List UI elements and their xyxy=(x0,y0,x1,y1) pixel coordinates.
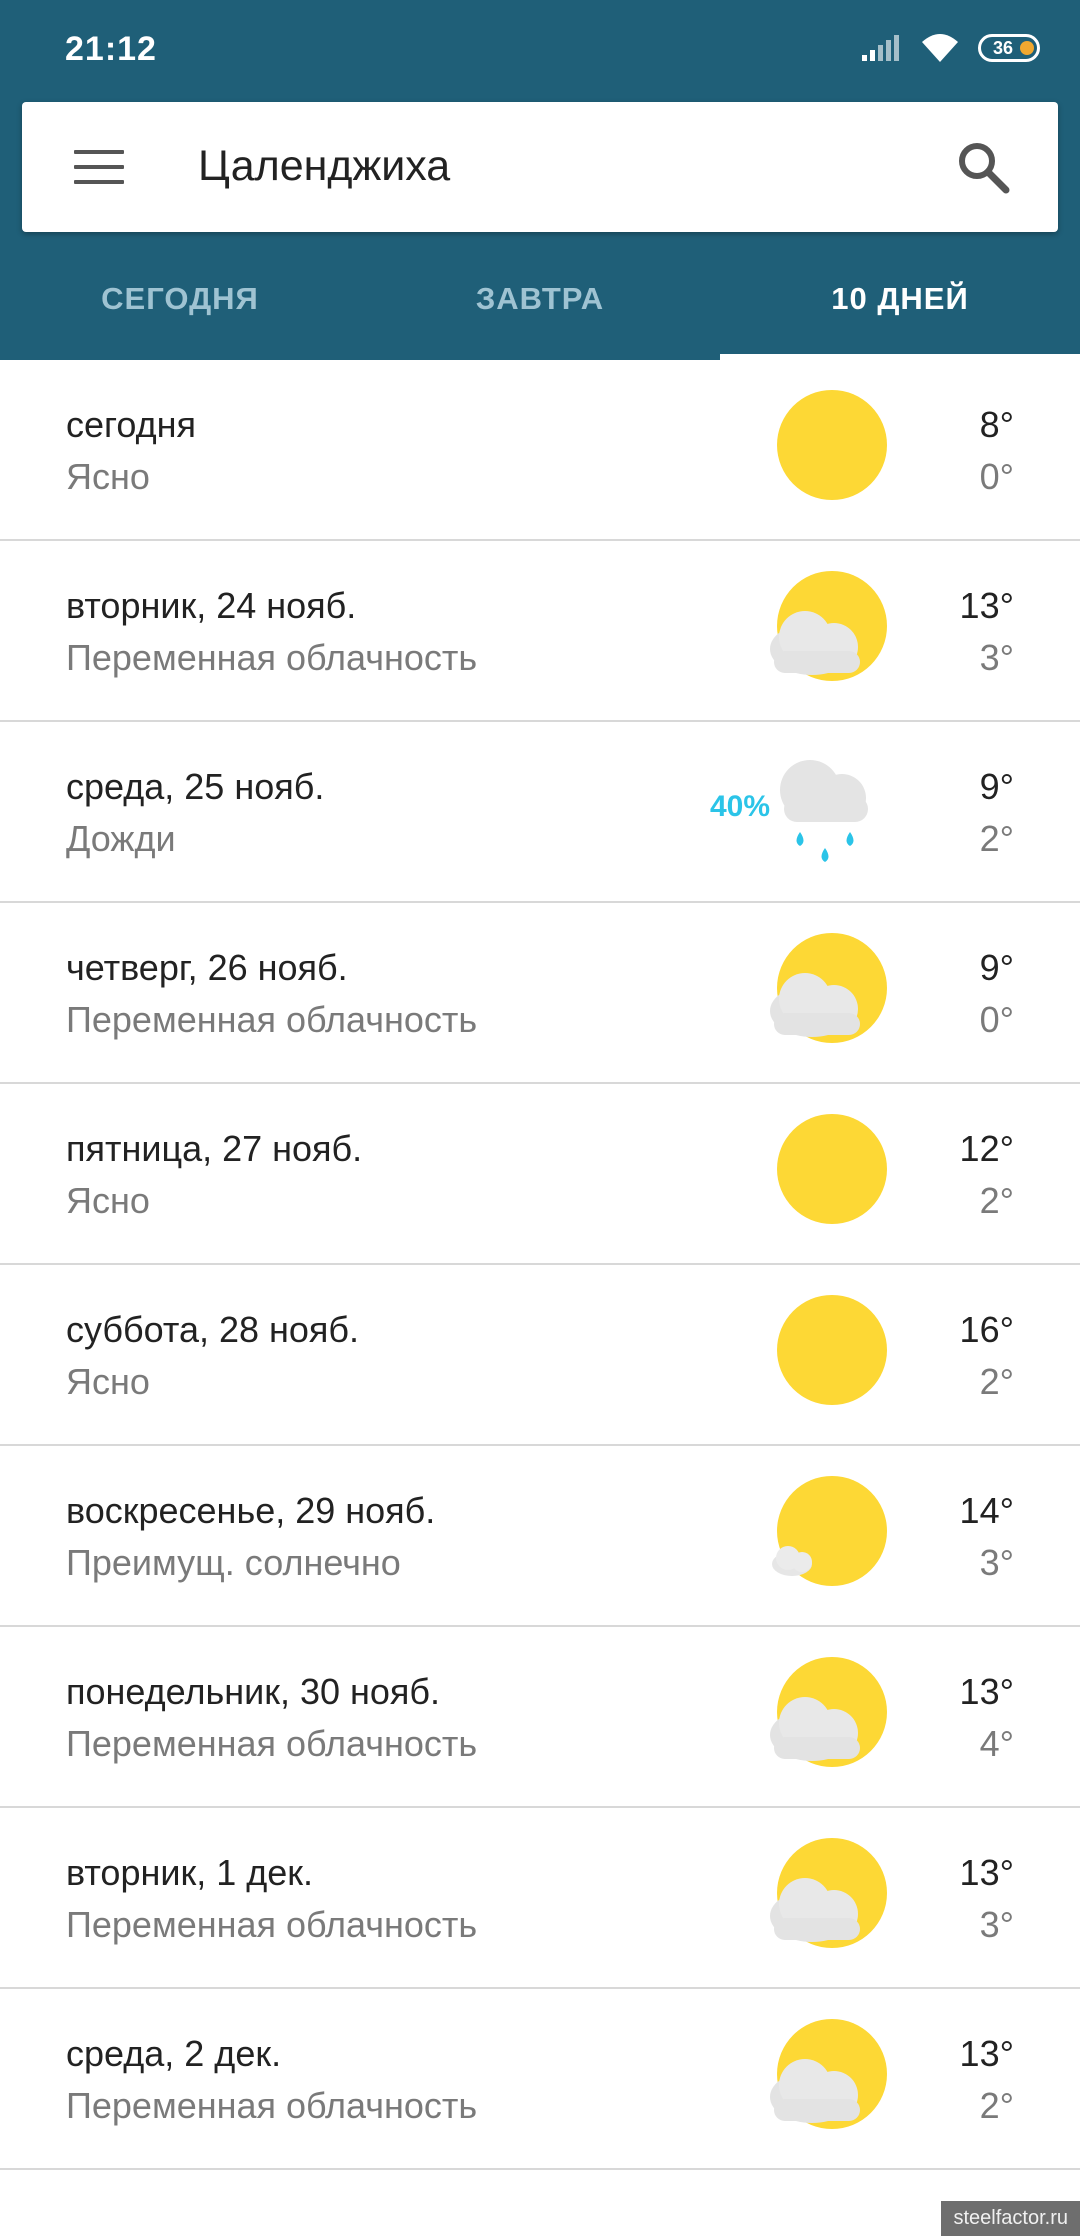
forecast-day: среда, 25 нояб. xyxy=(66,766,325,807)
forecast-low: 0° xyxy=(979,456,1014,497)
rain-icon xyxy=(780,760,868,862)
forecast-low: 3° xyxy=(979,1904,1014,1945)
forecast-row[interactable]: вторник, 24 нояб. Переменная облачность 13… xyxy=(0,541,1080,722)
forecast-low: 2° xyxy=(979,1361,1014,1402)
forecast-high: 8° xyxy=(979,404,1014,445)
tab-today[interactable]: СЕГОДНЯ xyxy=(0,262,360,360)
forecast-day: понедельник, 30 нояб. xyxy=(66,1671,441,1712)
forecast-high: 13° xyxy=(959,1671,1014,1712)
forecast-condition: Переменная облачность xyxy=(66,999,478,1040)
forecast-condition: Переменная облачность xyxy=(66,1723,478,1764)
forecast-list: сегодня Ясно 8° 0° вторник, 24 нояб. Переменн… xyxy=(0,360,1080,2170)
forecast-condition: Ясно xyxy=(66,1180,150,1221)
wifi-icon xyxy=(922,34,958,62)
search-bar[interactable]: Цаленджиха xyxy=(22,102,1058,232)
forecast-low: 2° xyxy=(979,2085,1014,2126)
menu-icon[interactable] xyxy=(74,150,124,184)
status-time: 21:12 xyxy=(65,30,157,68)
forecast-condition: Переменная облачность xyxy=(66,2085,478,2126)
forecast-condition: Переменная облачность xyxy=(66,1904,478,1945)
forecast-condition: Преимущ. солнечно xyxy=(66,1542,401,1583)
forecast-row[interactable]: вторник, 1 дек. Переменная облачность 13° 3… xyxy=(0,1808,1080,1989)
forecast-low: 0° xyxy=(979,999,1014,1040)
search-icon[interactable] xyxy=(956,140,1010,194)
status-bar: 21:12 36 xyxy=(0,0,1080,80)
forecast-day: сегодня xyxy=(66,404,196,445)
status-icons: 36 xyxy=(860,28,1040,68)
forecast-day: воскресенье, 29 нояб. xyxy=(66,1490,436,1531)
partly-cloudy-icon xyxy=(770,1838,887,1948)
forecast-day: суббота, 28 нояб. xyxy=(66,1309,360,1350)
forecast-low: 3° xyxy=(979,1542,1014,1583)
forecast-high: 9° xyxy=(979,947,1014,988)
forecast-low: 2° xyxy=(979,1180,1014,1221)
precipitation-chance: 40% xyxy=(710,790,771,823)
sun-icon xyxy=(777,1114,887,1224)
forecast-row[interactable]: среда, 25 нояб. Дожди 40% 9° 2° xyxy=(0,722,1080,903)
forecast-low: 2° xyxy=(979,818,1014,859)
battery-level: 36 xyxy=(992,37,1014,58)
forecast-day: среда, 2 дек. xyxy=(66,2033,282,2074)
forecast-row[interactable]: пятница, 27 нояб. Ясно 12° 2° xyxy=(0,1084,1080,1265)
tab-tomorrow[interactable]: ЗАВТРА xyxy=(360,262,720,360)
forecast-day: вторник, 24 нояб. xyxy=(66,585,357,626)
tab-bar: СЕГОДНЯ ЗАВТРА 10 ДНЕЙ xyxy=(0,262,1080,360)
forecast-low: 3° xyxy=(979,637,1014,678)
forecast-high: 12° xyxy=(959,1128,1014,1169)
mostly-sunny-icon xyxy=(772,1476,887,1586)
city-name[interactable]: Цаленджиха xyxy=(198,142,450,191)
battery-icon: 36 xyxy=(978,34,1040,62)
forecast-day: четверг, 26 нояб. xyxy=(66,947,348,988)
forecast-high: 14° xyxy=(959,1490,1014,1531)
forecast-high: 13° xyxy=(959,2033,1014,2074)
partly-cloudy-icon xyxy=(770,2019,887,2129)
forecast-high: 13° xyxy=(959,585,1014,626)
forecast-row[interactable]: воскресенье, 29 нояб. Преимущ. солнечно 14… xyxy=(0,1446,1080,1627)
forecast-high: 9° xyxy=(979,766,1014,807)
forecast-low: 4° xyxy=(979,1723,1014,1764)
partly-cloudy-icon xyxy=(770,571,887,681)
forecast-condition: Ясно xyxy=(66,1361,150,1402)
forecast-condition: Дожди xyxy=(66,818,176,859)
tab-10-days[interactable]: 10 ДНЕЙ xyxy=(720,262,1080,360)
partly-cloudy-icon xyxy=(770,933,887,1043)
watermark: steelfactor.ru xyxy=(941,2201,1080,2236)
signal-icon xyxy=(862,35,899,61)
forecast-row[interactable]: понедельник, 30 нояб. Переменная облачнос… xyxy=(0,1627,1080,1808)
forecast-row[interactable]: среда, 2 дек. Переменная облачность 13° 2° xyxy=(0,1989,1080,2170)
forecast-condition: Переменная облачность xyxy=(66,637,478,678)
forecast-high: 16° xyxy=(959,1309,1014,1350)
forecast-high: 13° xyxy=(959,1852,1014,1893)
forecast-row[interactable]: сегодня Ясно 8° 0° xyxy=(0,360,1080,541)
forecast-day: вторник, 1 дек. xyxy=(66,1852,314,1893)
forecast-row[interactable]: суббота, 28 нояб. Ясно 16° 2° xyxy=(0,1265,1080,1446)
forecast-condition: Ясно xyxy=(66,456,150,497)
sun-icon xyxy=(777,390,887,500)
partly-cloudy-icon xyxy=(770,1657,887,1767)
app-header: 21:12 36 Цаленджиха СЕГОДНЯ ЗАВТРА 10 ДН… xyxy=(0,0,1080,360)
forecast-day: пятница, 27 нояб. xyxy=(66,1128,363,1169)
forecast-row[interactable]: четверг, 26 нояб. Переменная облачность 9°… xyxy=(0,903,1080,1084)
sun-icon xyxy=(777,1295,887,1405)
